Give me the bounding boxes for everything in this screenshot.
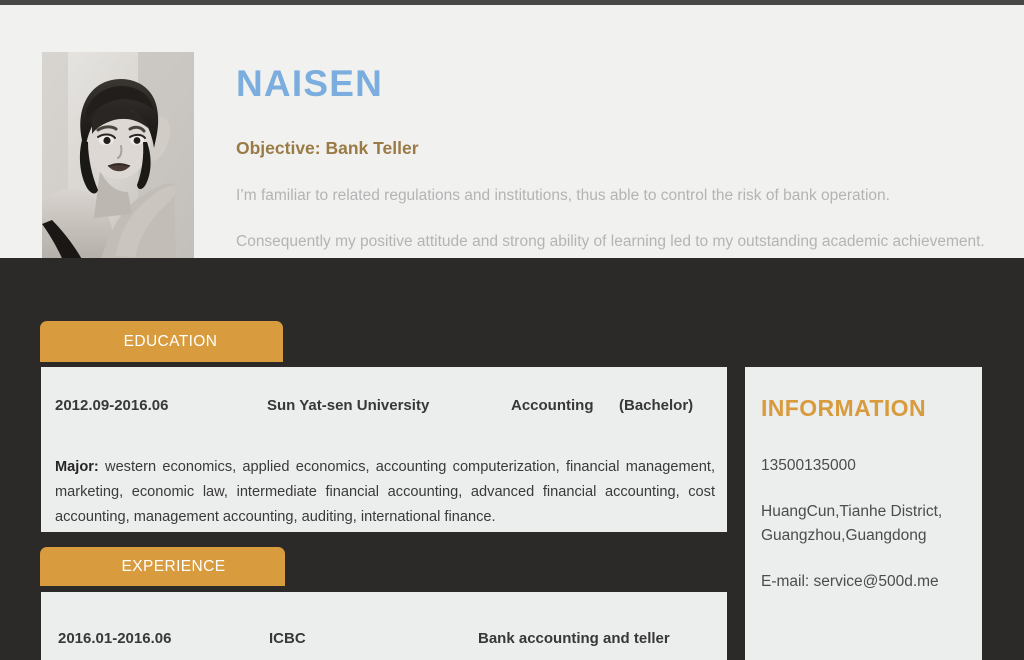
education-entry-row: 2012.09-2016.06 Sun Yat-sen University A… (41, 367, 727, 443)
page-title: NAISEN (236, 63, 383, 104)
education-detail-label: Major: (55, 459, 99, 475)
header-band: NAISEN Objective: Bank Teller I’m famili… (0, 5, 1024, 258)
experience-dates: 2016.01-2016.06 (58, 630, 172, 647)
experience-entry-row: 2016.01-2016.06 ICBC Bank accounting and… (41, 592, 727, 660)
section-tab-education-label: EDUCATION (123, 332, 218, 350)
experience-organization: ICBC (269, 630, 306, 647)
section-tab-experience[interactable]: EXPERIENCE (40, 547, 285, 586)
education-detail-paragraph: Major: western economics, applied econom… (55, 455, 715, 530)
education-detail-text: western economics, applied economics, ac… (55, 459, 715, 526)
information-email: E-mail: service@500d.me (761, 573, 939, 591)
summary-paragraph-2: Consequently my positive attitude and st… (236, 233, 985, 251)
information-panel: INFORMATION 13500135000 HuangCun,Tianhe … (745, 367, 982, 660)
education-degree: (Bachelor) (619, 396, 694, 414)
objective-line: Objective: Bank Teller (236, 138, 419, 158)
section-tab-experience-label: EXPERIENCE (121, 557, 226, 575)
header-text-block: NAISEN Objective: Bank Teller I’m famili… (236, 65, 996, 258)
information-phone: 13500135000 (761, 457, 856, 474)
experience-role: Bank accounting and teller (478, 630, 670, 647)
portrait-photo (42, 52, 194, 258)
summary-paragraph-1: I’m familiar to related regulations and … (236, 187, 890, 204)
education-dates: 2012.09-2016.06 (55, 396, 169, 414)
education-school: Sun Yat-sen University (267, 396, 430, 414)
information-title: INFORMATION (761, 395, 926, 421)
education-card: 2012.09-2016.06 Sun Yat-sen University A… (41, 367, 727, 532)
section-tab-education[interactable]: EDUCATION (40, 321, 283, 362)
resume-page: NAISEN Objective: Bank Teller I’m famili… (0, 0, 1024, 660)
education-major: Accounting (511, 396, 594, 414)
portrait-photo-graphic (42, 52, 194, 258)
experience-card: 2016.01-2016.06 ICBC Bank accounting and… (41, 592, 727, 660)
information-address: HuangCun,Tianhe District, Guangzhou,Guan… (761, 503, 943, 545)
